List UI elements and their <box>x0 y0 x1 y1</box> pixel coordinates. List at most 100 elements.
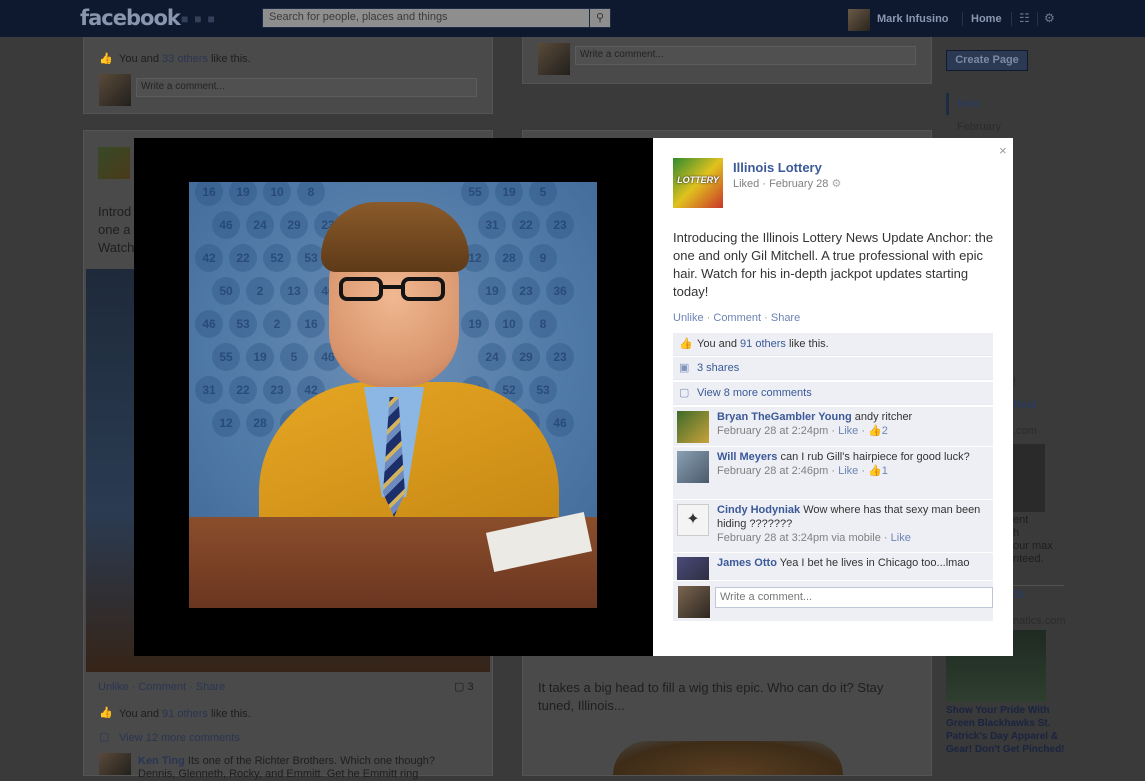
ad-image-fragment[interactable] <box>1013 444 1045 512</box>
page-name-link[interactable]: Illinois Lottery <box>733 160 822 175</box>
ad-text-fragment: ! <box>1013 376 1017 388</box>
unlike-link[interactable]: Unlike <box>98 681 129 693</box>
avatar <box>99 74 131 106</box>
comment-author[interactable]: James Otto <box>717 557 777 569</box>
comment-input[interactable]: Write a comment... <box>715 587 993 608</box>
write-comment-row: Write a comment... <box>673 581 993 621</box>
likes-count-link[interactable]: 91 others <box>162 708 208 720</box>
lottery-ball: 8 <box>529 310 557 338</box>
post-photo[interactable] <box>613 741 843 775</box>
post-meta: Liked · February 28 ⚙ <box>733 177 841 190</box>
comment-text: Dennis, Glenneth, Rocky, and Emmitt. Get… <box>138 768 419 780</box>
comment-text: Its one of the Richter Brothers. Which o… <box>187 755 435 767</box>
comment-link[interactable]: Comment <box>713 312 761 324</box>
comment-author[interactable]: Bryan TheGambler Young <box>717 411 852 423</box>
comment-input[interactable]: Write a comment... <box>136 78 477 97</box>
likes-summary: You and 91 others like this. <box>119 708 251 720</box>
text-line: one a <box>98 222 131 237</box>
share-link[interactable]: Share <box>771 312 800 324</box>
top-navigation-bar: facebook ■■■ Search for people, places a… <box>0 0 1145 37</box>
comment-time[interactable]: February 28 at 2:46pm <box>717 465 828 477</box>
avatar[interactable] <box>677 557 709 580</box>
thumbs-up-icon: 👍 <box>868 425 882 437</box>
lottery-ball: 23 <box>546 211 574 239</box>
lottery-ball: 22 <box>512 211 540 239</box>
lottery-ball: 55 <box>212 343 240 371</box>
avatar <box>99 753 131 775</box>
avatar[interactable] <box>677 451 709 483</box>
timeline-february[interactable]: February <box>957 121 1001 133</box>
lottery-ball: 22 <box>229 376 257 404</box>
facebook-logo[interactable]: facebook <box>80 6 181 30</box>
comment-like-link[interactable]: Like <box>838 465 858 477</box>
comment-author[interactable]: Ken Ting <box>138 755 185 767</box>
gear-icon[interactable]: ⚙ <box>831 178 841 190</box>
ad-line: our max <box>1013 540 1053 552</box>
comment-likes-count: 2 <box>881 425 888 437</box>
comment-like-link[interactable]: Like <box>891 532 911 544</box>
main-photo[interactable]: 16 19 10 8 55 19 5 46 24 29 23 31 22 23 42 22 52 53 12 28 9 5… <box>189 182 597 608</box>
comment-count-value: 3 <box>467 681 474 693</box>
ad-title-fragment[interactable]: St <box>1013 589 1024 601</box>
lottery-ball: 19 <box>461 310 489 338</box>
comment-time[interactable]: February 28 at 3:24pm via mobile <box>717 532 881 544</box>
profile-link[interactable]: Mark Infusino <box>877 13 949 25</box>
post-actions: Unlike · Comment · Share <box>673 312 801 324</box>
home-link[interactable]: Home <box>971 13 1002 25</box>
bridge <box>383 285 401 289</box>
likes-count-link[interactable]: 33 others <box>162 53 208 65</box>
illinois-lottery-logo[interactable]: LOTTERY <box>673 158 723 208</box>
lottery-ball: 19 <box>478 277 506 305</box>
search-input[interactable]: Search for people, places and things <box>262 8 590 28</box>
lottery-ball: 31 <box>195 376 223 404</box>
view-more-comments-link[interactable]: View 8 more comments <box>697 382 812 404</box>
timeline-now[interactable]: Now <box>957 98 980 110</box>
comment-author[interactable]: Will Meyers <box>717 451 777 463</box>
notification-icons[interactable]: ■■■ <box>181 12 251 26</box>
ad-url-fragment: natics.com <box>1013 615 1066 627</box>
likes-count-link[interactable]: 91 others <box>740 338 786 350</box>
comment-count[interactable]: ▢ 3 <box>454 680 474 693</box>
thumbs-up-icon: 👍 <box>679 338 693 350</box>
comment-input[interactable]: Write a comment... <box>575 46 916 65</box>
photo-detail-panel: × LOTTERY Illinois Lottery Liked · Febru… <box>653 138 1013 656</box>
lottery-ball: 12 <box>212 409 240 437</box>
lottery-ball: 42 <box>195 244 223 272</box>
lottery-ball: 10 <box>495 310 523 338</box>
friends-icon[interactable]: ☷ <box>1019 11 1030 25</box>
ad-url-fragment: .com <box>1013 425 1037 437</box>
hair <box>321 202 469 272</box>
comment-time[interactable]: February 28 at 2:24pm <box>717 425 828 437</box>
comment-author[interactable]: Cindy Hodyniak <box>717 504 800 516</box>
unlike-link[interactable]: Unlike <box>673 312 704 324</box>
likes-you: You and <box>119 708 159 720</box>
ad-body[interactable]: Show Your Pride With Green Blackhawks St… <box>946 704 1066 756</box>
comment-like-link[interactable]: Like <box>838 425 858 437</box>
lottery-ball: 22 <box>229 244 257 272</box>
search-icon[interactable]: ⚲ <box>589 8 611 28</box>
create-page-button[interactable]: Create Page <box>946 50 1028 71</box>
feed-story: 👍 You and 33 others like this. Write a c… <box>83 36 493 114</box>
ad-line: nteed. <box>1013 553 1044 565</box>
avatar[interactable] <box>677 411 709 443</box>
lottery-ball: 46 <box>546 409 574 437</box>
lottery-ball: 16 <box>297 310 325 338</box>
lottery-ball: 19 <box>495 182 523 206</box>
comment-bubble-icon: ▢ <box>679 387 690 399</box>
comment-body: Bryan TheGambler Young andy ritcher Febr… <box>717 410 989 438</box>
comment-likes[interactable]: 👍1 <box>868 465 888 477</box>
comment-likes[interactable]: 👍2 <box>868 425 888 437</box>
ad-title-fragment[interactable]: Real <box>1013 399 1036 411</box>
view-more-comments-link[interactable]: View 12 more comments <box>119 732 240 744</box>
avatar[interactable] <box>848 9 870 31</box>
share-link[interactable]: Share <box>196 681 225 693</box>
shares-link[interactable]: 3 shares <box>697 357 739 379</box>
gear-icon[interactable]: ⚙ <box>1044 11 1055 25</box>
avatar[interactable]: ✦ <box>677 504 709 536</box>
lottery-ball: 53 <box>229 310 257 338</box>
close-icon[interactable]: × <box>999 143 1007 158</box>
lottery-ball: 52 <box>263 244 291 272</box>
post-meta-text: Liked · February 28 <box>733 178 829 190</box>
comment-link[interactable]: Comment <box>138 681 186 693</box>
lottery-ball: 9 <box>529 244 557 272</box>
